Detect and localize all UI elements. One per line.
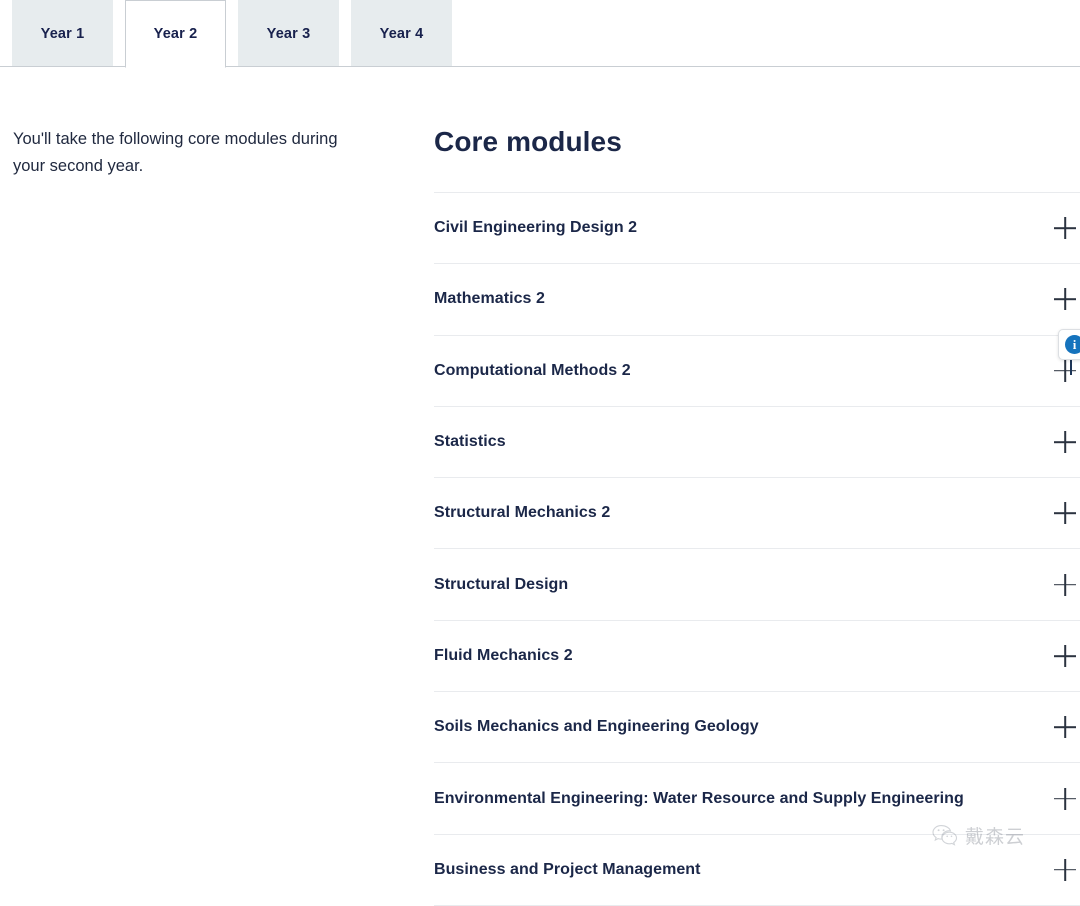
modules-column: Core modules Civil Engineering Design 2 … <box>425 126 1080 906</box>
plus-icon[interactable] <box>1054 574 1076 596</box>
tab-year-4[interactable]: Year 4 <box>351 0 452 67</box>
list-item[interactable]: Structural Mechanics 2 <box>434 477 1080 548</box>
module-label: Computational Methods 2 <box>434 361 631 379</box>
tab-year-3-label: Year 3 <box>266 26 311 42</box>
tab-year-2[interactable]: Year 2 <box>125 0 226 68</box>
plus-icon[interactable] <box>1054 217 1076 239</box>
module-label: Civil Engineering Design 2 <box>434 219 638 237</box>
info-circle-icon: i <box>1065 335 1080 354</box>
list-item[interactable]: Statistics <box>434 405 1080 477</box>
tab-year-1-label: Year 1 <box>40 26 85 42</box>
module-label: Statistics <box>434 433 506 451</box>
module-label: Business and Project Management <box>434 860 701 878</box>
module-label: Structural Design <box>434 575 569 593</box>
tab-year-4-label: Year 4 <box>379 26 424 42</box>
list-item[interactable]: Environmental Engineering: Water Resourc… <box>434 762 1080 833</box>
module-label: Structural Mechanics 2 <box>434 504 611 522</box>
plus-icon[interactable] <box>1054 716 1076 738</box>
year-tab-strip: Year 1 Year 2 Year 3 Year 4 <box>0 0 1080 68</box>
list-item[interactable]: Civil Engineering Design 2 <box>434 192 1080 263</box>
module-label: Soils Mechanics and Engineering Geology <box>434 718 759 736</box>
tab-year-3[interactable]: Year 3 <box>238 0 339 67</box>
intro-column: You'll take the following core modules d… <box>0 126 425 180</box>
list-item[interactable]: Business and Project Management <box>434 833 1080 906</box>
page-title: Core modules <box>434 126 622 157</box>
module-label: Fluid Mechanics 2 <box>434 646 573 664</box>
module-label: Environmental Engineering: Water Resourc… <box>434 789 964 807</box>
plus-icon[interactable] <box>1054 859 1076 881</box>
plus-icon[interactable] <box>1054 360 1076 382</box>
list-item[interactable]: Computational Methods 2 <box>434 334 1080 406</box>
module-label: Mathematics 2 <box>434 290 545 308</box>
intro-paragraph: You'll take the following core modules d… <box>13 130 338 175</box>
tab-year-2-label: Year 2 <box>153 26 198 42</box>
core-modules-accordion: Civil Engineering Design 2 Mathematics 2… <box>434 192 1080 906</box>
plus-icon[interactable] <box>1054 502 1076 524</box>
list-item[interactable]: Fluid Mechanics 2 <box>434 619 1080 691</box>
plus-icon[interactable] <box>1054 788 1076 810</box>
info-tooltip-chip[interactable]: i <box>1058 329 1080 360</box>
info-tooltip-stem <box>1070 359 1072 375</box>
list-item[interactable]: Structural Design <box>434 548 1080 619</box>
plus-icon[interactable] <box>1054 431 1076 453</box>
plus-icon[interactable] <box>1054 645 1076 667</box>
list-item[interactable]: Soils Mechanics and Engineering Geology <box>434 691 1080 762</box>
list-item[interactable]: Mathematics 2 <box>434 263 1080 334</box>
tab-year-1[interactable]: Year 1 <box>12 0 113 67</box>
plus-icon[interactable] <box>1054 288 1076 310</box>
tab-panel-year-2: You'll take the following core modules d… <box>0 67 1080 906</box>
